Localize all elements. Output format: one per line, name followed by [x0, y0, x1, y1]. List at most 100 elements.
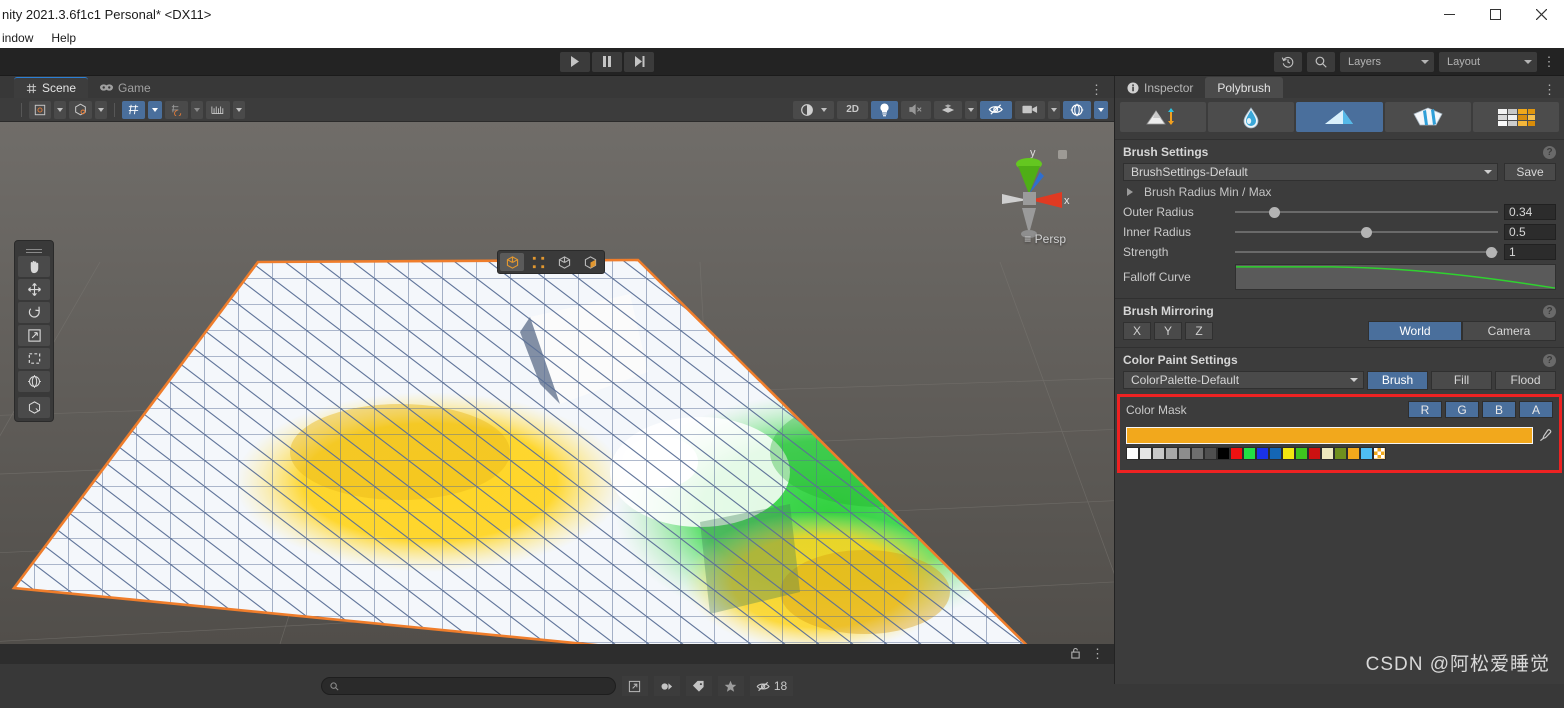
- swatch[interactable]: [1334, 447, 1347, 460]
- edge-mode-icon[interactable]: [552, 253, 576, 271]
- slider-knob[interactable]: [1361, 227, 1373, 238]
- smooth-mode-icon[interactable]: [1208, 102, 1295, 132]
- swatch[interactable]: [1347, 447, 1360, 460]
- menu-item-window[interactable]: indow: [2, 31, 33, 45]
- outer-radius-value[interactable]: 0.34: [1504, 204, 1556, 220]
- tab-polybrush[interactable]: Polybrush: [1205, 77, 1283, 98]
- inner-radius-value[interactable]: 0.5: [1504, 224, 1556, 240]
- brush-preset-dropdown[interactable]: BrushSettings-Default: [1123, 163, 1498, 181]
- swatch[interactable]: [1165, 447, 1178, 460]
- mirror-axis-z-button[interactable]: Z: [1185, 322, 1213, 340]
- channel-g-button[interactable]: G: [1445, 401, 1479, 418]
- scene-viewport[interactable]: y x ≡ Persp: [0, 122, 1114, 644]
- orientation-mode-dropdown[interactable]: [95, 100, 107, 119]
- channel-a-button[interactable]: A: [1519, 401, 1553, 418]
- toolbar-overflow-menu[interactable]: ⋮: [1542, 54, 1556, 70]
- swatch[interactable]: [1256, 447, 1269, 460]
- pause-button[interactable]: [592, 51, 622, 72]
- tag-filter-icon[interactable]: [685, 676, 712, 696]
- swatch[interactable]: [1308, 447, 1321, 460]
- close-button[interactable]: [1518, 0, 1564, 28]
- swatch[interactable]: [1191, 447, 1204, 460]
- overlay-drag-handle[interactable]: [18, 244, 50, 254]
- effects-dropdown[interactable]: [965, 100, 977, 119]
- shading-mode-button[interactable]: [793, 100, 835, 119]
- mirror-space-world-button[interactable]: World: [1368, 321, 1462, 341]
- help-icon[interactable]: ?: [1543, 145, 1556, 159]
- lock-icon[interactable]: [1070, 647, 1081, 662]
- save-button[interactable]: Save: [1504, 163, 1556, 181]
- undo-history-icon[interactable]: [1274, 51, 1302, 72]
- increment-snap-button[interactable]: [206, 100, 230, 119]
- object-mode-icon[interactable]: [500, 253, 524, 271]
- object-filter-icon[interactable]: [653, 676, 680, 696]
- swatch[interactable]: [1204, 447, 1217, 460]
- swatch[interactable]: [1230, 447, 1243, 460]
- tab-inspector[interactable]: Inspector: [1115, 77, 1205, 98]
- play-button[interactable]: [560, 51, 590, 72]
- swatch[interactable]: [1243, 447, 1256, 460]
- brush-radius-foldout[interactable]: Brush Radius Min / Max: [1115, 182, 1564, 202]
- transform-tool-icon[interactable]: [18, 371, 50, 392]
- swatch[interactable]: [1126, 447, 1139, 460]
- minimize-button[interactable]: [1426, 0, 1472, 28]
- swatch[interactable]: [1217, 447, 1230, 460]
- step-button[interactable]: [624, 51, 654, 72]
- popout-icon[interactable]: [621, 676, 648, 696]
- tab-game[interactable]: Game: [88, 77, 163, 98]
- texture-blend-mode-icon[interactable]: [1472, 102, 1560, 132]
- audio-toggle-button[interactable]: [901, 100, 931, 119]
- pivot-mode-dropdown[interactable]: [54, 100, 66, 119]
- apply-mode-brush-button[interactable]: Brush: [1367, 370, 1428, 390]
- move-tool-icon[interactable]: [18, 279, 50, 300]
- current-color-field[interactable]: [1126, 427, 1533, 444]
- rect-tool-icon[interactable]: [18, 348, 50, 369]
- swatch[interactable]: [1282, 447, 1295, 460]
- apply-mode-fill-button[interactable]: Fill: [1431, 370, 1492, 390]
- rotate-tool-icon[interactable]: [18, 302, 50, 323]
- swatch[interactable]: [1139, 447, 1152, 460]
- slider-knob[interactable]: [1269, 207, 1281, 218]
- eyedropper-icon[interactable]: [1537, 429, 1553, 442]
- gizmos-toggle-button[interactable]: [1063, 100, 1091, 119]
- favorite-filter-icon[interactable]: [717, 676, 744, 696]
- mirror-space-camera-button[interactable]: Camera: [1462, 321, 1556, 341]
- swatch[interactable]: [1360, 447, 1373, 460]
- swatch[interactable]: [1295, 447, 1308, 460]
- swatch[interactable]: [1178, 447, 1191, 460]
- grid-snap-dropdown[interactable]: [148, 100, 162, 119]
- hidden-objects-count[interactable]: 18: [749, 676, 794, 696]
- search-icon[interactable]: [1307, 51, 1335, 72]
- mirror-axis-y-button[interactable]: Y: [1154, 322, 1182, 340]
- tab-scene[interactable]: Scene: [14, 77, 89, 98]
- channel-b-button[interactable]: B: [1482, 401, 1516, 418]
- lighting-toggle-button[interactable]: [871, 100, 898, 119]
- outer-radius-slider[interactable]: [1235, 205, 1498, 219]
- apply-mode-flood-button[interactable]: Flood: [1495, 370, 1556, 390]
- swatch[interactable]: [1269, 447, 1282, 460]
- gizmos-dropdown[interactable]: [1094, 100, 1108, 119]
- camera-toggle-button[interactable]: [1015, 100, 1045, 119]
- layers-dropdown[interactable]: Layers: [1340, 51, 1434, 72]
- sculpt-mode-icon[interactable]: [1120, 102, 1207, 132]
- slider-knob[interactable]: [1486, 247, 1498, 258]
- gizmo-projection-label[interactable]: ≡ Persp: [1024, 232, 1066, 246]
- falloff-curve-field[interactable]: [1235, 264, 1556, 290]
- help-icon[interactable]: ?: [1543, 353, 1556, 367]
- strength-value[interactable]: 1: [1504, 244, 1556, 260]
- scene-overflow-menu[interactable]: ⋮: [1090, 82, 1114, 98]
- swatch[interactable]: [1152, 447, 1165, 460]
- orientation-mode-button[interactable]: [69, 100, 92, 119]
- swatch-add[interactable]: [1373, 447, 1386, 460]
- increment-snap-dropdown[interactable]: [233, 100, 245, 119]
- camera-dropdown[interactable]: [1048, 100, 1060, 119]
- surface-snap-dropdown[interactable]: [191, 100, 203, 119]
- face-mode-icon[interactable]: [578, 253, 602, 271]
- inspector-overflow-menu[interactable]: ⋮: [1543, 82, 1564, 98]
- mirror-axis-x-button[interactable]: X: [1123, 322, 1151, 340]
- grid-snap-button[interactable]: [122, 100, 145, 119]
- channel-r-button[interactable]: R: [1408, 401, 1442, 418]
- help-icon[interactable]: ?: [1543, 304, 1556, 318]
- scale-tool-icon[interactable]: [18, 325, 50, 346]
- color-paint-mode-icon[interactable]: [1296, 102, 1383, 132]
